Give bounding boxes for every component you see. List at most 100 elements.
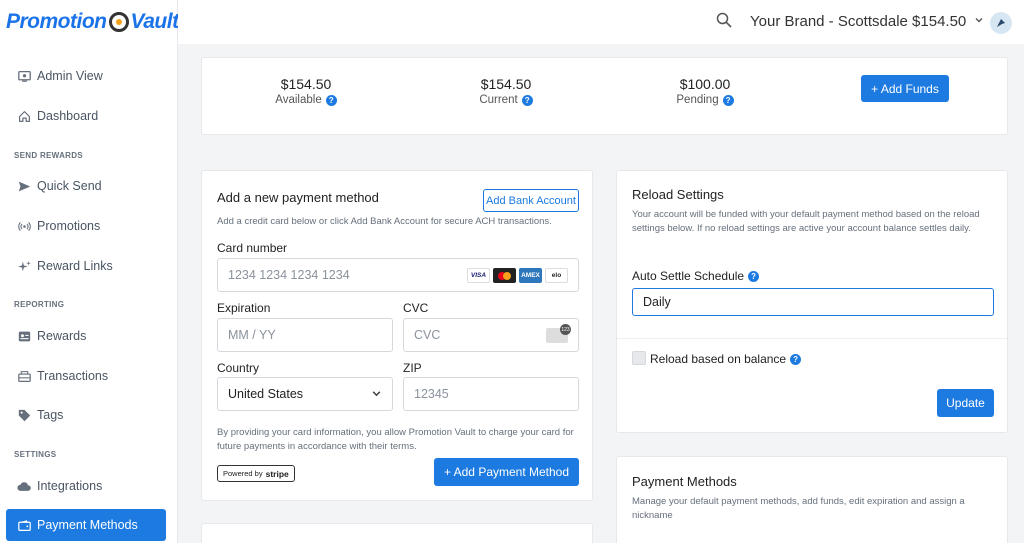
add-bank-account-button[interactable]: Add Bank Account (483, 189, 579, 212)
top-bar: Your Brand - Scottsdale $154.50 (178, 0, 1024, 44)
elo-icon: elo (545, 268, 568, 283)
card-brand-logos: VISA AMEX elo (467, 268, 568, 283)
amex-icon: AMEX (519, 268, 542, 283)
powered-by-stripe-badge[interactable]: Powered by stripe (217, 465, 295, 482)
logo-text-left: Promotion (6, 10, 107, 33)
sidebar-item-label: Reward Links (37, 259, 113, 273)
admin-icon (17, 69, 31, 83)
divider (617, 338, 1007, 339)
avatar[interactable] (990, 12, 1012, 34)
home-icon (17, 109, 31, 123)
chevron-down-icon (974, 15, 984, 28)
reload-settings-description: Your account will be funded with your de… (632, 209, 980, 234)
zip-placeholder: 12345 (414, 387, 449, 401)
payment-form-title: Add a new payment method (217, 190, 379, 205)
stripe-logo: stripe (265, 468, 289, 479)
powered-by-label: Powered by (223, 469, 263, 478)
available-amount: $154.50 (280, 76, 332, 92)
add-payment-method-button[interactable]: + Add Payment Method (434, 458, 579, 486)
sidebar-item-payment-methods[interactable]: Payment Methods (6, 509, 166, 541)
help-icon[interactable]: ? (722, 94, 734, 106)
payment-form-description: Add a credit card below or click Add Ban… (217, 216, 552, 227)
expiration-label: Expiration (217, 301, 271, 315)
nav-section-reporting: REPORTING (14, 300, 65, 309)
country-label: Country (217, 361, 260, 375)
sidebar-item-rewards[interactable]: Rewards (6, 320, 166, 352)
pending-amount: $100.00 (679, 76, 731, 92)
sidebar-item-integrations[interactable]: Integrations (6, 470, 166, 502)
sidebar-item-reward-links[interactable]: Reward Links (6, 250, 166, 282)
current-label: Current (479, 94, 518, 106)
zip-input[interactable]: 12345 (403, 377, 579, 411)
expiration-input[interactable]: MM / YY (217, 318, 393, 352)
sidebar-item-tags[interactable]: Tags (6, 399, 166, 431)
send-icon (17, 179, 31, 193)
help-icon[interactable]: ? (790, 353, 802, 365)
update-button[interactable]: Update (937, 389, 994, 417)
card-number-label: Card number (217, 241, 288, 255)
id-card-icon (17, 329, 31, 343)
sidebar-item-label: Dashboard (37, 109, 99, 123)
cloud-icon (17, 479, 31, 493)
app-logo[interactable]: Promotion Vault (6, 6, 179, 38)
sidebar-item-label: Promotions (37, 219, 101, 233)
tag-icon (17, 408, 31, 422)
sidebar-item-label: Admin View (37, 69, 103, 83)
sidebar: Promotion Vault Admin View Dashboard SEN… (0, 0, 179, 543)
cvc-placeholder: CVC (414, 328, 441, 342)
nav-section-send-rewards: SEND REWARDS (14, 151, 83, 160)
search-icon[interactable] (716, 12, 734, 30)
payment-methods-title: Payment Methods (632, 474, 737, 489)
sparkle-icon (17, 259, 31, 273)
mastercard-icon (493, 268, 516, 283)
cvc-card-icon (546, 324, 571, 343)
sidebar-item-label: Payment Methods (37, 518, 138, 532)
auto-settle-label: Auto Settle Schedule (632, 269, 745, 283)
help-icon[interactable]: ? (748, 270, 760, 282)
sidebar-item-label: Rewards (37, 329, 87, 343)
sidebar-item-dashboard[interactable]: Dashboard (6, 100, 166, 132)
nav-section-settings: SETTINGS (14, 450, 57, 459)
auto-settle-label-row: Auto Settle Schedule ? (632, 269, 760, 283)
sidebar-item-transactions[interactable]: Transactions (6, 360, 166, 392)
add-payment-method-card: Add a new payment method Add Bank Accoun… (201, 170, 593, 501)
wallet-icon (17, 518, 31, 532)
cvc-input[interactable]: CVC (403, 318, 579, 352)
pending-label: Pending (676, 94, 719, 106)
brand-label: Your Brand - Scottsdale $154.50 (750, 13, 967, 30)
payment-methods-card: Payment Methods Manage your default paym… (616, 456, 1008, 543)
reload-settings-card: Reload Settings Your account will be fun… (616, 170, 1008, 433)
reload-balance-label: Reload based on balance (650, 352, 787, 366)
pending-balance: $100.00 Pending? (635, 76, 775, 106)
country-value: United States (228, 387, 304, 401)
sidebar-item-promotions[interactable]: Promotions (6, 210, 166, 242)
auto-settle-schedule-select[interactable]: Daily (632, 288, 994, 316)
payment-terms: By providing your card information, you … (217, 427, 574, 452)
reload-settings-title: Reload Settings (632, 187, 724, 202)
current-amount: $154.50 (480, 76, 532, 92)
cvc-label: CVC (403, 301, 429, 315)
card-number-input[interactable]: 1234 1234 1234 1234 VISA AMEX elo (217, 258, 579, 292)
help-icon[interactable]: ? (325, 94, 337, 106)
reload-balance-checkbox[interactable] (632, 351, 646, 365)
help-icon[interactable]: ? (521, 94, 533, 106)
chevron-down-icon (371, 388, 382, 402)
sidebar-item-quick-send[interactable]: Quick Send (6, 170, 166, 202)
zip-label: ZIP (403, 361, 422, 375)
balance-summary-card: $154.50 Available? $154.50 Current? $100… (201, 57, 1008, 135)
card-number-placeholder: 1234 1234 1234 1234 (228, 268, 350, 282)
sidebar-item-label: Quick Send (37, 179, 102, 193)
logo-text-right: Vault (130, 10, 180, 33)
visa-icon: VISA (467, 268, 490, 283)
add-funds-button[interactable]: + Add Funds (861, 75, 949, 102)
vault-dial-icon (108, 12, 129, 32)
next-card (201, 523, 593, 543)
sidebar-item-admin-view[interactable]: Admin View (6, 60, 166, 92)
available-balance: $154.50 Available? (236, 76, 376, 106)
auto-settle-value: Daily (643, 295, 671, 309)
brand-selector[interactable]: Your Brand - Scottsdale $154.50 (750, 13, 984, 30)
sidebar-item-label: Integrations (37, 479, 103, 493)
current-balance: $154.50 Current? (436, 76, 576, 106)
country-select[interactable]: United States (217, 377, 393, 411)
sidebar-item-label: Tags (37, 408, 64, 422)
